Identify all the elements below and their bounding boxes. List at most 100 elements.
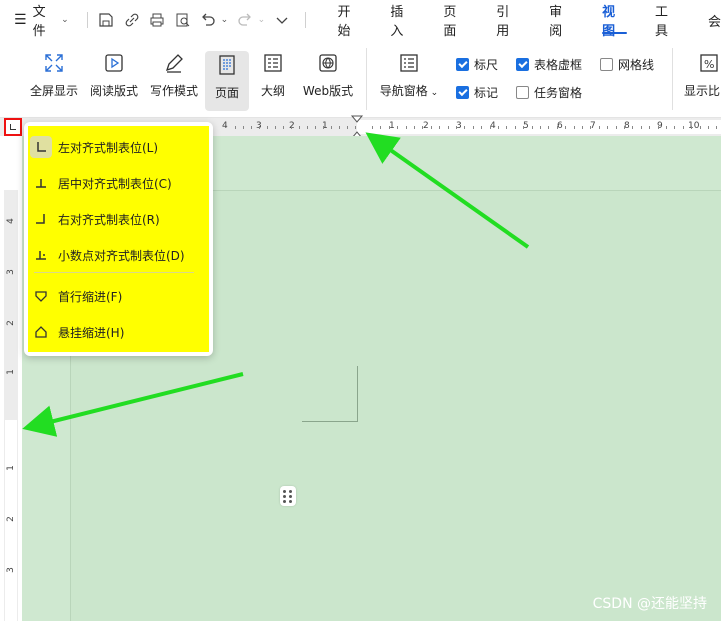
ruler-tick	[299, 126, 300, 129]
ruler-tick	[275, 126, 276, 129]
ruler-tick	[616, 126, 617, 129]
ruler-checkbox[interactable]: 标尺	[456, 56, 498, 73]
menu-item-right-tab[interactable]: 右对齐式制表位(R)	[30, 204, 200, 234]
ruler-tick	[498, 126, 499, 129]
ruler-tick	[291, 126, 292, 129]
ruler-tick	[372, 126, 373, 129]
menu-item-hanging-indent[interactable]: 悬挂缩进(H)	[30, 317, 200, 347]
ruler-tick	[414, 126, 415, 129]
task-pane-label: 任务窗格	[534, 86, 583, 100]
gridlines-checkbox[interactable]: 网格线	[600, 56, 654, 73]
ruler-tick	[439, 126, 440, 129]
ruler-tick	[666, 126, 667, 129]
menu-item-center-tab[interactable]: 居中对齐式制表位(C)	[30, 168, 200, 198]
link-icon[interactable]	[121, 9, 142, 31]
ruler-tick	[523, 126, 524, 129]
checkbox-unchecked-icon	[516, 86, 529, 99]
marks-checkbox[interactable]: 标记	[456, 84, 498, 101]
print-preview-icon[interactable]	[172, 9, 193, 31]
read-mode-icon	[101, 50, 127, 76]
undo-icon[interactable]	[197, 9, 218, 31]
web-layout-icon	[315, 50, 341, 76]
ruler-tick	[574, 126, 575, 129]
ruler-tick	[267, 126, 268, 129]
ruler-number: 4	[6, 218, 16, 224]
tab-tools[interactable]: 工具	[655, 0, 680, 40]
tab-insert[interactable]: 插入	[390, 0, 415, 40]
hamburger-icon: ☰	[14, 12, 27, 28]
file-menu[interactable]: ☰ 文件 ⌄	[14, 1, 69, 39]
gridlines-label: 网格线	[618, 58, 655, 72]
fullscreen-label: 全屏显示	[29, 84, 78, 98]
menu-item-first-line-indent[interactable]: 首行缩进(F)	[30, 281, 200, 311]
ribbon-divider	[672, 48, 673, 110]
outline-button[interactable]: 大纲	[255, 50, 291, 99]
nav-pane-icon	[396, 50, 422, 76]
tab-member[interactable]: 会	[708, 0, 721, 40]
menu-bar: ☰ 文件 ⌄ ⌄ ⌄ 开始 插入 页面 引用 审阅 视图 工具 会	[0, 0, 721, 40]
ruler-tick	[632, 126, 633, 129]
ruler-tick	[490, 126, 491, 129]
redo-icon	[234, 9, 255, 31]
file-menu-label: 文件	[32, 5, 46, 39]
center-tab-icon	[30, 172, 52, 194]
more-chevron-icon[interactable]	[271, 9, 292, 31]
ruler-tick	[548, 126, 549, 129]
ruler-tick	[431, 126, 432, 129]
ruler-number: 2	[6, 320, 16, 326]
ruler-number: 3	[6, 269, 16, 275]
ruler-tick	[658, 126, 659, 129]
chevron-down-icon[interactable]: ⌄	[221, 15, 229, 25]
tab-reference[interactable]: 引用	[496, 0, 521, 40]
fullscreen-button[interactable]: 全屏显示	[28, 50, 80, 99]
tab-stop-menu: 左对齐式制表位(L) 居中对齐式制表位(C) 右对齐式制表位(R) 小数点对齐式…	[24, 122, 213, 356]
ruler-tick	[464, 126, 465, 129]
divider	[304, 12, 306, 28]
zoom-label: 显示比	[684, 84, 721, 98]
tab-stop-selector[interactable]	[4, 118, 22, 136]
write-mode-icon	[161, 50, 187, 76]
ruler-tick	[397, 126, 398, 129]
save-icon[interactable]	[96, 9, 117, 31]
task-pane-checkbox[interactable]: 任务窗格	[516, 84, 582, 101]
ruler-tick	[307, 126, 308, 129]
write-mode-button[interactable]: 写作模式	[148, 50, 200, 99]
ruler-tick	[331, 126, 332, 129]
ribbon-divider	[366, 48, 367, 110]
ruler-tick	[540, 126, 541, 129]
ruler-number: 2	[423, 121, 429, 131]
tab-start[interactable]: 开始	[337, 0, 362, 40]
menu-item-left-tab[interactable]: 左对齐式制表位(L)	[30, 132, 200, 162]
ruler-number: 3	[6, 567, 16, 573]
ruler-tick	[708, 126, 709, 129]
print-icon[interactable]	[146, 9, 167, 31]
checkbox-checked-icon	[456, 86, 469, 99]
decimal-tab-icon	[30, 244, 52, 266]
checkbox-unchecked-icon	[600, 58, 613, 71]
tab-view[interactable]: 视图	[602, 0, 627, 40]
ruler-tick	[565, 126, 566, 129]
menu-item-label: 居中对齐式制表位(C)	[58, 176, 172, 191]
zoom-button[interactable]: % 显示比	[684, 50, 721, 99]
ruler-tick	[347, 126, 348, 129]
ruler-tick	[406, 126, 407, 129]
tab-page[interactable]: 页面	[443, 0, 468, 40]
svg-text:%: %	[704, 58, 714, 71]
drag-handle-icon[interactable]	[280, 486, 296, 506]
ruler-tick	[683, 126, 684, 129]
tab-review[interactable]: 审阅	[549, 0, 574, 40]
table-gridlines-checkbox[interactable]: 表格虚框	[516, 56, 582, 73]
ruler-tick	[323, 126, 324, 129]
page-view-icon	[214, 52, 240, 78]
first-line-indent-icon	[30, 285, 52, 307]
menu-item-decimal-tab[interactable]: 小数点对齐式制表位(D)	[30, 240, 200, 270]
ruler-number: 1	[6, 465, 16, 471]
page-view-button[interactable]: 页面	[205, 51, 249, 111]
web-layout-button[interactable]: Web版式	[300, 50, 356, 99]
ruler-tick	[339, 126, 340, 129]
outline-icon	[260, 50, 286, 76]
ruler-number: 2	[6, 516, 16, 522]
ruler-tick	[235, 126, 236, 129]
nav-pane-button[interactable]: 导航窗格 ⌄	[378, 50, 440, 99]
read-mode-button[interactable]: 阅读版式	[88, 50, 140, 99]
